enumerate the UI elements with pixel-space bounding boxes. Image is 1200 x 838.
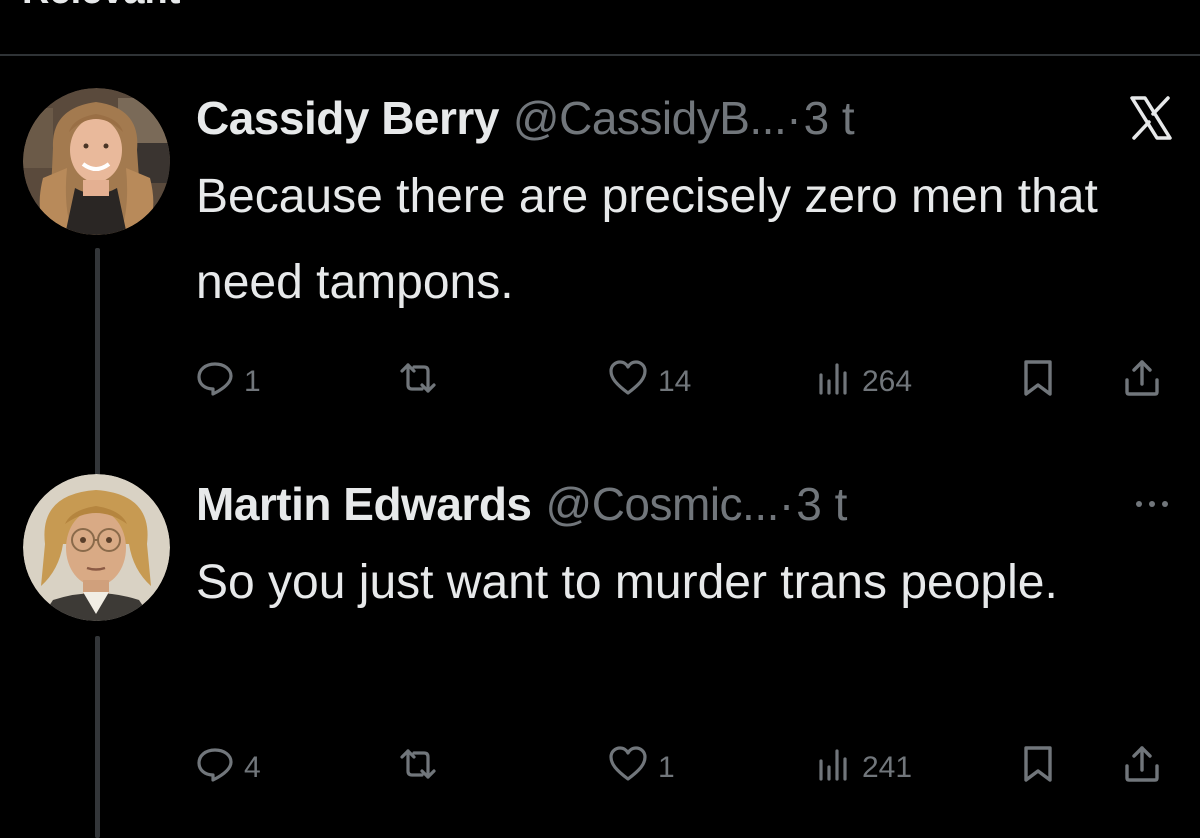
separator-dot: ·: [786, 92, 802, 144]
action-bar: 1 14 264: [196, 358, 1176, 406]
share-button[interactable]: [1122, 358, 1162, 406]
section-header-cut: Relevant: [0, 0, 1200, 54]
bookmark-icon: [1020, 358, 1056, 406]
timestamp[interactable]: 3 t: [804, 88, 855, 148]
tweet-header: Martin Edwards @Cosmic... · 3 t: [196, 474, 1186, 534]
reply-icon: [196, 359, 234, 405]
section-header-text: Relevant: [22, 0, 180, 13]
bookmark-button[interactable]: [1020, 744, 1056, 792]
bookmark-icon: [1020, 744, 1056, 792]
timestamp[interactable]: 3 t: [796, 474, 847, 534]
x-logo-icon: [1128, 88, 1174, 148]
share-button[interactable]: [1122, 744, 1162, 792]
avatar-cassidy-berry[interactable]: [23, 88, 170, 235]
views-button[interactable]: 241: [816, 744, 912, 792]
repost-button[interactable]: [396, 744, 450, 792]
repost-icon: [396, 745, 440, 791]
views-button[interactable]: 264: [816, 358, 912, 406]
reply-count: 1: [244, 365, 261, 398]
heart-icon: [608, 359, 648, 405]
like-count: 1: [658, 751, 675, 784]
user-handle[interactable]: @Cosmic...: [546, 474, 780, 534]
avatar-martin-edwards[interactable]: [23, 474, 170, 621]
bookmark-button[interactable]: [1020, 358, 1056, 406]
tweet-text: Because there are precisely zero men tha…: [196, 170, 1098, 309]
like-count: 14: [658, 365, 692, 398]
reply-button[interactable]: 1: [196, 358, 261, 406]
thread-line: [95, 636, 100, 838]
views-count: 264: [862, 365, 913, 398]
display-name[interactable]: Martin Edwards: [196, 474, 532, 534]
heart-icon: [608, 745, 648, 791]
repost-icon: [396, 359, 440, 405]
display-name[interactable]: Cassidy Berry: [196, 88, 499, 148]
tweet-header: Cassidy Berry @CassidyB... · 3 t: [196, 88, 1186, 148]
views-chart-icon: [816, 745, 852, 791]
like-button[interactable]: 14: [608, 358, 691, 406]
views-count: 241: [862, 751, 913, 784]
reply-count: 4: [244, 751, 261, 784]
views-chart-icon: [816, 359, 852, 405]
share-icon: [1122, 358, 1162, 406]
reply-button[interactable]: 4: [196, 744, 261, 792]
more-options-icon[interactable]: [1132, 474, 1172, 534]
top-divider: [0, 54, 1200, 56]
user-handle[interactable]: @CassidyB...: [513, 88, 787, 148]
separator-dot: ·: [778, 478, 795, 530]
repost-button[interactable]: [396, 358, 450, 406]
reply-icon: [196, 745, 234, 791]
like-button[interactable]: 1: [608, 744, 675, 792]
tweet-text: So you just want to murder trans people.: [196, 556, 1058, 609]
action-bar: 4 1 241: [196, 744, 1176, 792]
share-icon: [1122, 744, 1162, 792]
